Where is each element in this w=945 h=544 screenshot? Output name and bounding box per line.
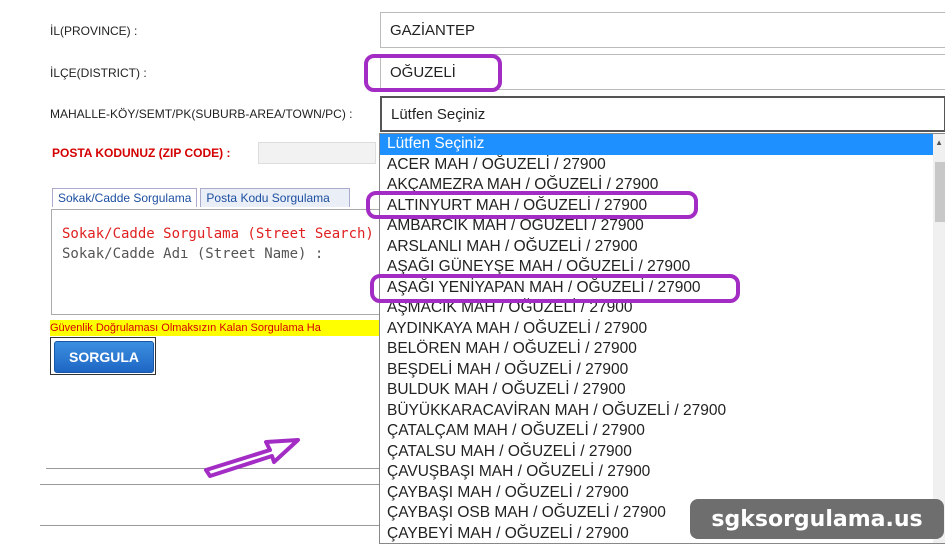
- dropdown-option[interactable]: BEŞDELİ MAH / OĞUZELİ / 27900: [380, 360, 945, 381]
- dropdown-option[interactable]: ARSLANLI MAH / OĞUZELİ / 27900: [380, 237, 945, 258]
- street-name-label: Sokak/Cadde Adı (Street Name) :: [62, 246, 323, 262]
- altinyurt-highlight: [366, 191, 698, 219]
- security-warning: Güvenlik Doğrulaması Olmaksızın Kalan So…: [50, 320, 385, 336]
- dropdown-option[interactable]: BELÖREN MAH / OĞUZELİ / 27900: [380, 339, 945, 360]
- divider: [40, 525, 380, 526]
- zip-code-output: [258, 142, 376, 164]
- dropdown-scrollbar[interactable]: ▲: [933, 134, 945, 543]
- divider: [40, 484, 380, 485]
- scrollbar-thumb[interactable]: [935, 162, 945, 222]
- panel-title: Sokak/Cadde Sorgulama (Street Search): [62, 226, 374, 242]
- search-button-frame: SORGULA: [50, 337, 156, 375]
- dropdown-option[interactable]: ÇAVUŞBAŞI MAH / OĞUZELİ / 27900: [380, 462, 945, 483]
- province-value: GAZİANTEP: [390, 22, 475, 39]
- suburb-label: MAHALLE-KÖY/SEMT/PK(SUBURB-AREA/TOWN/PC)…: [50, 107, 353, 121]
- dropdown-option[interactable]: ÇATALÇAM MAH / OĞUZELİ / 27900: [380, 421, 945, 442]
- district-highlight: [364, 54, 502, 92]
- suburb-value: Lütfen Seçiniz: [391, 106, 485, 123]
- dropdown-option[interactable]: BULDUK MAH / OĞUZELİ / 27900: [380, 380, 945, 401]
- dropdown-option[interactable]: AMBARCIK MAH / OĞUZELİ / 27900: [380, 216, 945, 237]
- scroll-up-icon[interactable]: ▲: [935, 138, 943, 147]
- tab-street-search[interactable]: Sokak/Cadde Sorgulama: [52, 188, 197, 207]
- district-label: İLÇE(DISTRICT) :: [50, 66, 147, 80]
- dropdown-option[interactable]: ÇATALSU MAH / OĞUZELİ / 27900: [380, 442, 945, 463]
- province-select[interactable]: GAZİANTEP: [380, 12, 945, 48]
- dropdown-option[interactable]: BÜYÜKKARACAVİRAN MAH / OĞUZELİ / 27900: [380, 401, 945, 422]
- zip-code-label: POSTA KODUNUZ (ZIP CODE) :: [52, 146, 230, 160]
- dropdown-option[interactable]: AYDINKAYA MAH / OĞUZELİ / 27900: [380, 319, 945, 340]
- suburb-select[interactable]: Lütfen Seçiniz: [380, 96, 945, 132]
- street-search-panel: Sokak/Cadde Sorgulama (Street Search) So…: [51, 209, 393, 315]
- search-button[interactable]: SORGULA: [54, 341, 154, 373]
- dropdown-option[interactable]: ACER MAH / OĞUZELİ / 27900: [380, 155, 945, 176]
- asagi-yeniyapan-highlight: [370, 274, 740, 303]
- search-tabs: Sokak/Cadde Sorgulama Posta Kodu Sorgula…: [52, 188, 353, 207]
- arrow-icon: [200, 430, 310, 480]
- dropdown-option[interactable]: Lütfen Seçiniz: [380, 134, 945, 155]
- tab-zip-search[interactable]: Posta Kodu Sorgulama: [200, 188, 350, 207]
- province-label: İL(PROVINCE) :: [50, 24, 137, 38]
- watermark: sgksorgulama.us: [690, 499, 944, 539]
